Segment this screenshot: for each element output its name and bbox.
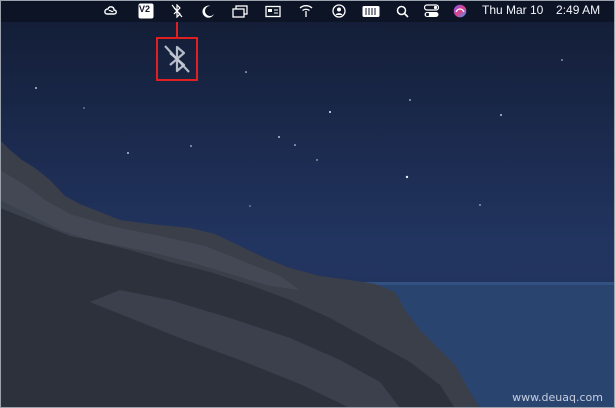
menu-bar: V2 Thu Mar 10 2:49 AM [0, 0, 615, 22]
stars [35, 59, 563, 207]
search-icon[interactable] [395, 2, 409, 20]
desktop: V2 Thu Mar 10 2:49 AM www.deuaq.com [0, 0, 615, 408]
callout-connector [176, 22, 178, 37]
keyboard-icon[interactable] [361, 2, 380, 20]
siri-icon[interactable] [452, 2, 467, 20]
wallpaper [0, 59, 615, 408]
control-center-icon[interactable] [423, 2, 439, 20]
creative-cloud-icon[interactable] [103, 2, 119, 20]
clock-time: 2:49 AM [556, 3, 601, 17]
watermark: www.deuaq.com [512, 391, 603, 404]
moon-icon[interactable] [201, 2, 215, 20]
clock-date: Thu Mar 10 [482, 3, 544, 17]
user-icon[interactable] [331, 2, 346, 20]
bluetooth-off-icon[interactable] [170, 2, 184, 20]
wifi-icon[interactable] [298, 2, 314, 20]
v2-app-icon[interactable]: V2 [137, 2, 155, 20]
display-icon[interactable] [264, 2, 281, 20]
v2-app-label: V2 [139, 4, 151, 14]
window-icon[interactable] [231, 2, 248, 20]
bluetooth-off-icon-enlarged [164, 45, 190, 73]
menu-clock[interactable]: Thu Mar 10 2:49 AM [482, 3, 600, 17]
